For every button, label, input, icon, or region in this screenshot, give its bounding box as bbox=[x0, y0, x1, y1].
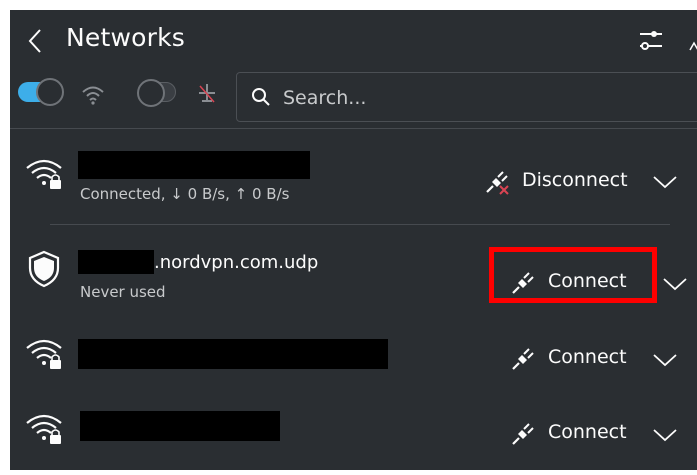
redacted-name bbox=[78, 250, 154, 274]
connection-status: Connected, ↓ 0 B/s, ↑ 0 B/s bbox=[80, 185, 290, 203]
disconnect-label: Disconnect bbox=[522, 169, 628, 191]
redacted-name bbox=[78, 151, 310, 179]
page-title: Networks bbox=[66, 23, 186, 52]
redacted-name bbox=[78, 339, 388, 369]
chevron-down-icon[interactable] bbox=[662, 274, 688, 294]
toolbar bbox=[10, 72, 697, 128]
search-field[interactable] bbox=[236, 72, 697, 122]
divider bbox=[50, 224, 670, 225]
pin-icon[interactable] bbox=[688, 40, 697, 52]
back-arrow-icon[interactable] bbox=[24, 26, 46, 56]
search-icon bbox=[252, 88, 270, 106]
toggle-knob bbox=[36, 78, 64, 106]
configure-icon[interactable] bbox=[638, 26, 664, 54]
connection-row[interactable]: Connected, ↓ 0 B/s, ↑ 0 B/s Disconnect bbox=[10, 138, 697, 224]
connection-status: Never used bbox=[80, 283, 166, 301]
connection-row[interactable]: Connect bbox=[10, 320, 697, 384]
connect-button[interactable]: Connect bbox=[510, 338, 640, 378]
connect-button[interactable]: Connect bbox=[510, 413, 640, 453]
wifi-locked-icon bbox=[26, 339, 62, 369]
header: Networks bbox=[10, 10, 697, 70]
toggle-knob bbox=[137, 79, 165, 107]
divider bbox=[10, 128, 697, 129]
connect-label: Connect bbox=[548, 421, 627, 443]
redacted-name bbox=[80, 411, 280, 441]
airplane-icon bbox=[199, 84, 215, 103]
plug-icon bbox=[512, 348, 534, 370]
wifi-toggle[interactable] bbox=[18, 78, 64, 106]
wifi-locked-icon bbox=[26, 414, 62, 444]
networks-panel: Networks Search... Connected, ↓ 0 B/s, ↑… bbox=[10, 10, 697, 470]
wifi-icon bbox=[82, 86, 104, 105]
search-input[interactable] bbox=[281, 83, 685, 113]
chevron-down-icon[interactable] bbox=[652, 425, 678, 445]
chevron-down-icon[interactable] bbox=[652, 350, 678, 370]
wifi-locked-icon bbox=[26, 159, 62, 189]
disconnect-button[interactable]: Disconnect bbox=[484, 161, 634, 201]
chevron-down-icon[interactable] bbox=[652, 172, 678, 192]
highlight-box bbox=[489, 247, 657, 303]
connection-name: .nordvpn.com.udp bbox=[154, 252, 319, 273]
plug-icon bbox=[512, 423, 534, 445]
vpn-shield-icon bbox=[28, 250, 60, 288]
connection-row[interactable]: Connect bbox=[10, 395, 697, 459]
airplane-mode-toggle[interactable] bbox=[137, 79, 176, 107]
connect-label: Connect bbox=[548, 346, 627, 368]
disconnect-plug-icon bbox=[486, 171, 509, 195]
